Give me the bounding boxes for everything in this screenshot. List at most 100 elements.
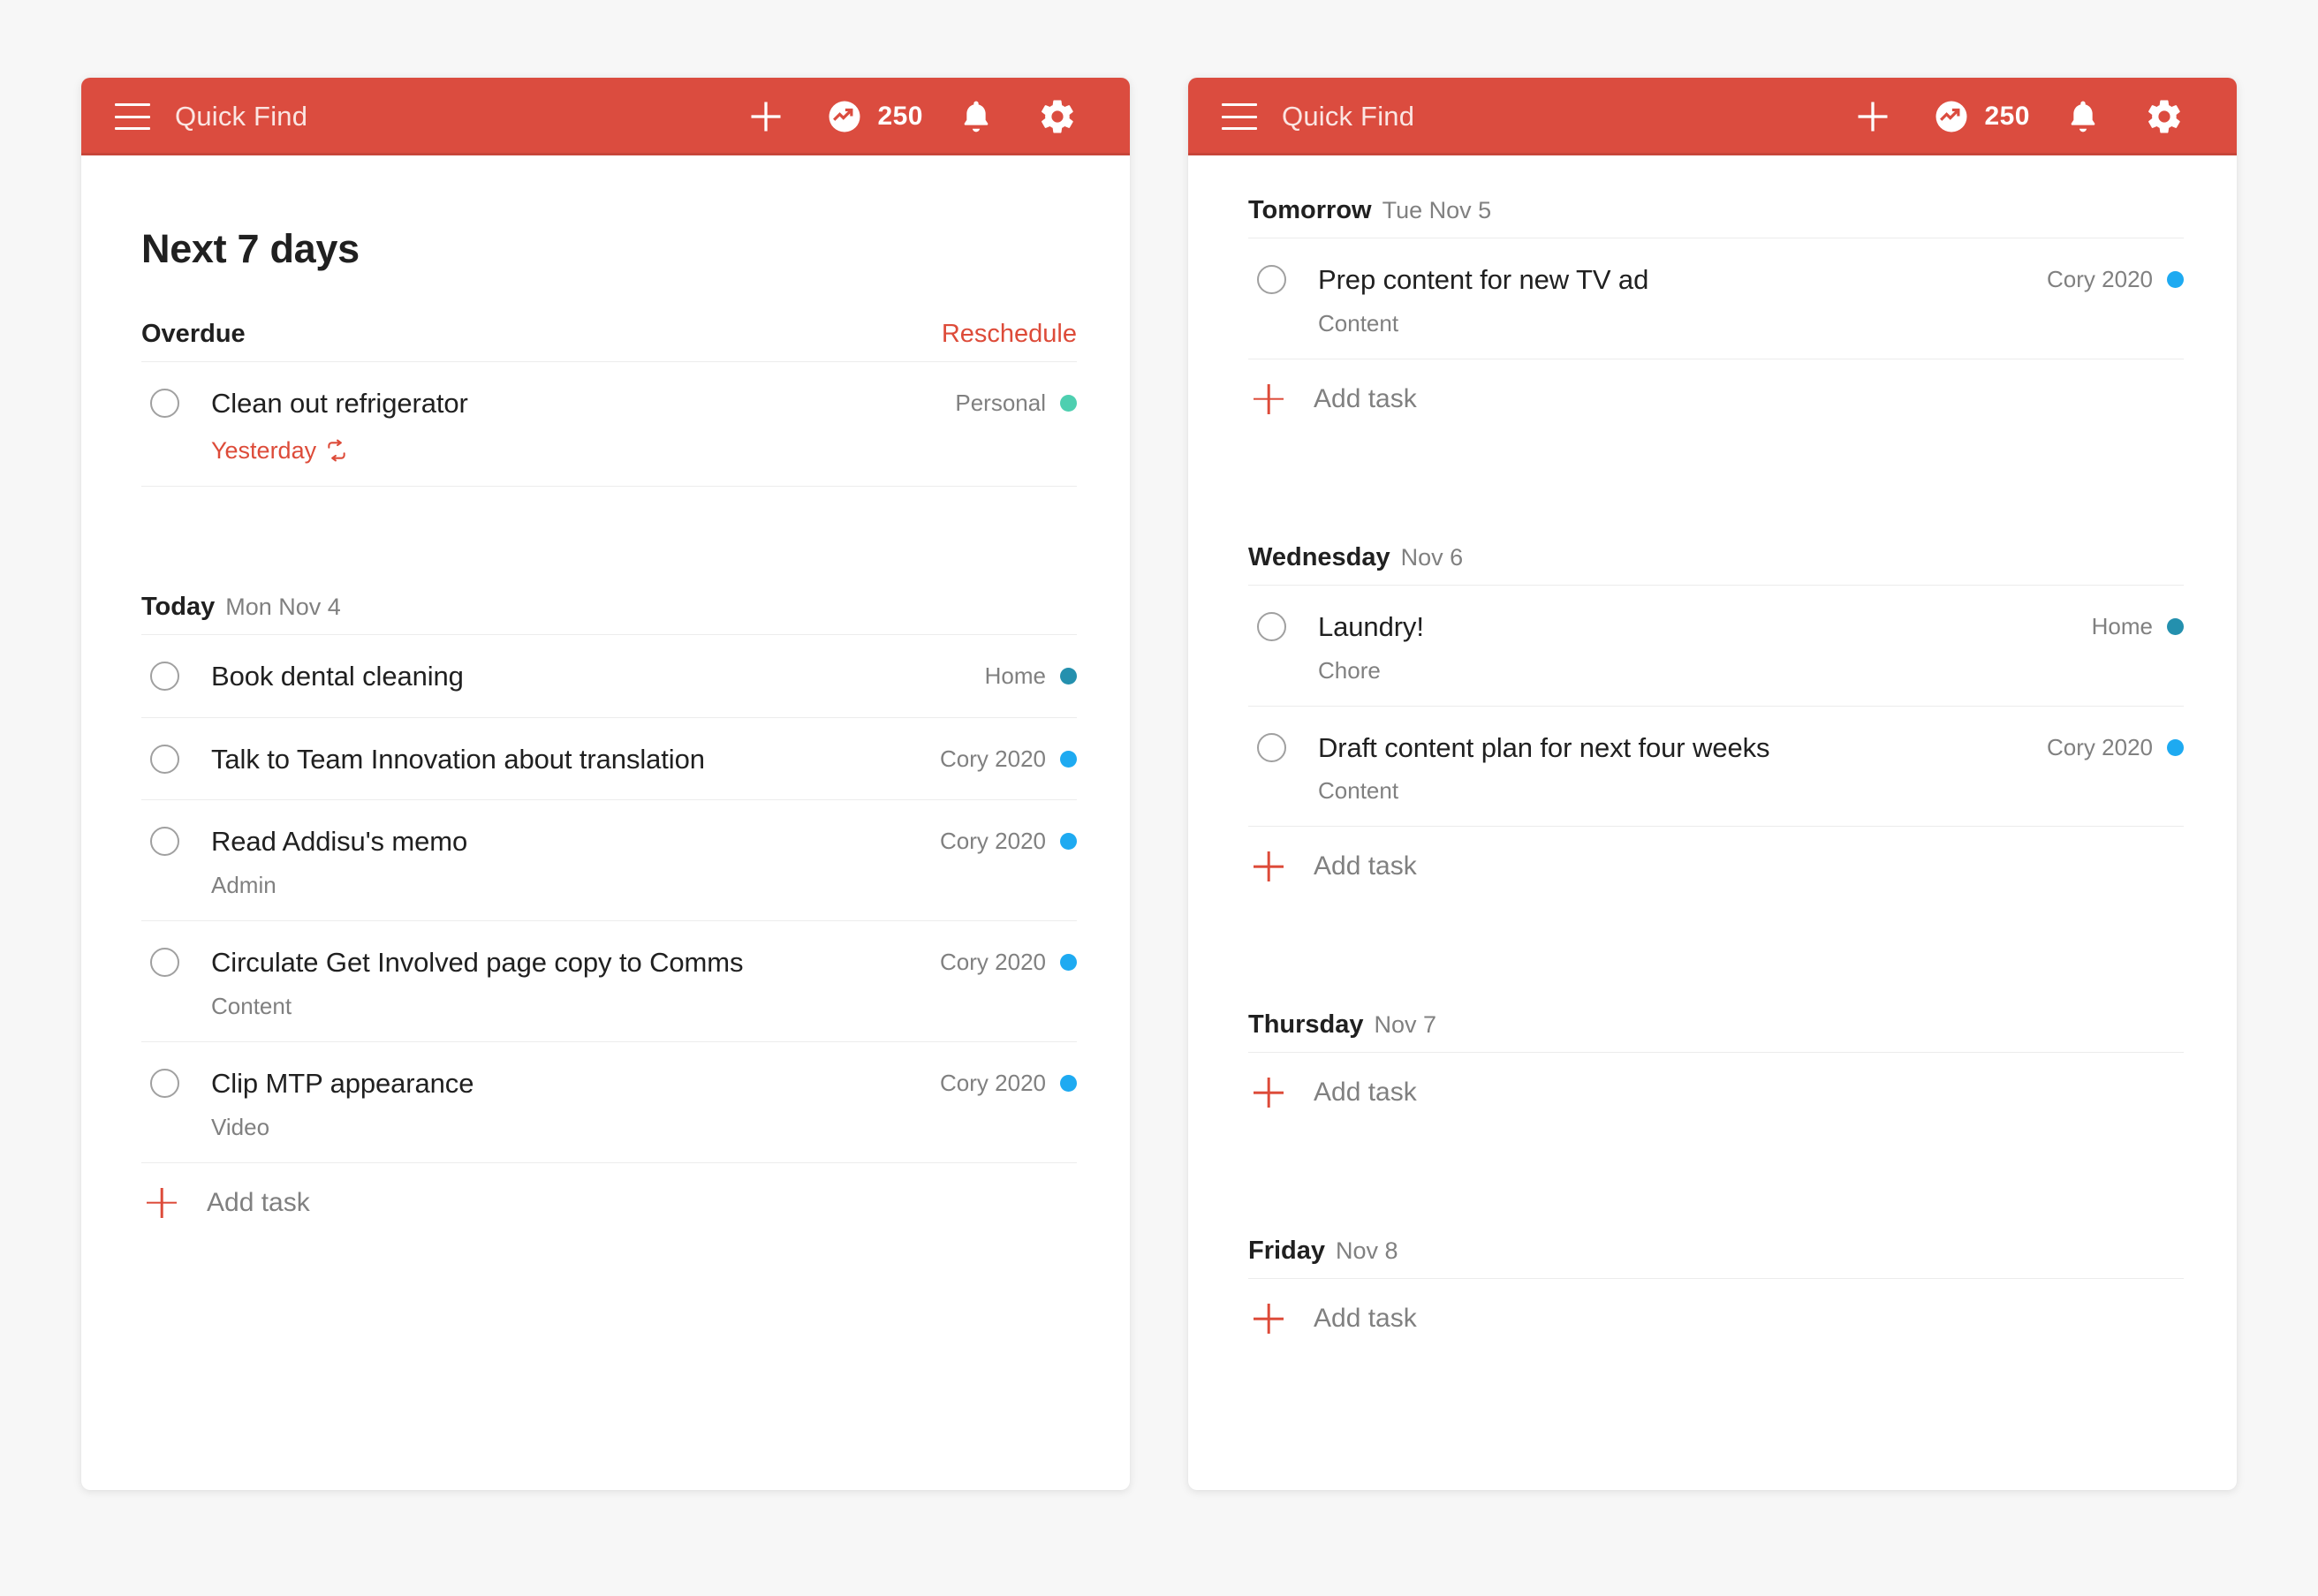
task-project[interactable]: Home: [985, 662, 1077, 690]
add-task-row[interactable]: Add task: [1248, 1279, 2184, 1357]
task-title[interactable]: Draft content plan for next four weeks: [1318, 730, 2029, 768]
hamburger-menu-icon[interactable]: [1222, 103, 1257, 130]
task-title[interactable]: Laundry!: [1318, 609, 2074, 647]
section-title: Overdue: [141, 320, 246, 348]
task-title[interactable]: Clean out refrigerator: [211, 385, 937, 423]
task-project[interactable]: Cory 2020: [2047, 734, 2184, 761]
notifications-button-right[interactable]: [2042, 78, 2124, 155]
task-content: Prep content for new TV ad Content: [1318, 261, 2047, 337]
reschedule-button[interactable]: Reschedule: [942, 320, 1077, 349]
task-checkbox[interactable]: [150, 661, 179, 691]
task-checkbox[interactable]: [150, 948, 179, 978]
bell-icon: [964, 101, 989, 132]
task-content: Clean out refrigerator Yesterday: [211, 385, 955, 465]
task-title[interactable]: Circulate Get Involved page copy to Comm…: [211, 944, 922, 982]
section-header: Thursday Nov 7: [1248, 1010, 2184, 1052]
task-checkbox[interactable]: [150, 827, 179, 857]
add-task-row[interactable]: Add task: [1248, 1053, 2184, 1131]
plus-icon: [1254, 384, 1284, 414]
add-task-label: Add task: [1314, 1078, 1417, 1108]
plus-icon: [1254, 1304, 1284, 1334]
task-row[interactable]: Circulate Get Involved page copy to Comm…: [141, 921, 1077, 1042]
project-name: Cory 2020: [940, 828, 1046, 855]
task-content: Talk to Team Innovation about translatio…: [211, 741, 940, 779]
task-row[interactable]: Laundry! Chore Home: [1248, 586, 2184, 707]
due-date-label: Yesterday: [211, 436, 317, 464]
project-name: Cory 2020: [940, 949, 1046, 976]
task-row[interactable]: Clean out refrigerator Yesterday Personal: [141, 362, 1077, 487]
task-checkbox[interactable]: [150, 389, 179, 418]
task-project[interactable]: Cory 2020: [940, 949, 1077, 976]
task-project[interactable]: Cory 2020: [2047, 266, 2184, 293]
right-body: Tomorrow Tue Nov 5 Prep content for new TV…: [1188, 155, 2237, 1490]
add-task-button-left[interactable]: [725, 78, 807, 155]
section-title: Friday: [1248, 1237, 1326, 1266]
task-title[interactable]: Clip MTP appearance: [211, 1065, 922, 1103]
add-task-label: Add task: [207, 1187, 310, 1217]
add-task-row[interactable]: Add task: [1248, 359, 2184, 437]
notifications-button-left[interactable]: [936, 78, 1017, 155]
section-title-group: Wednesday Nov 6: [1248, 543, 1463, 572]
settings-button-right[interactable]: [2124, 78, 2205, 155]
section-date: Nov 6: [1400, 543, 1464, 571]
section-header: Tomorrow Tue Nov 5: [1248, 196, 2184, 238]
task-checkbox[interactable]: [150, 1068, 179, 1098]
gear-icon: [1042, 100, 1073, 133]
add-task-button-right[interactable]: [1832, 78, 1913, 155]
gear-icon: [2148, 100, 2180, 133]
task-title[interactable]: Read Addisu's memo: [211, 823, 922, 861]
task-checkbox[interactable]: [150, 744, 179, 774]
add-task-row[interactable]: Add task: [141, 1163, 1077, 1241]
section-title-group: Tomorrow Tue Nov 5: [1248, 196, 1491, 225]
task-checkbox[interactable]: [1257, 732, 1286, 762]
karma-count-left: 250: [877, 102, 923, 131]
task-row[interactable]: Read Addisu's memo Admin Cory 2020: [141, 800, 1077, 922]
task-due-date[interactable]: Yesterday: [211, 437, 937, 465]
quick-find-label[interactable]: Quick Find: [175, 101, 307, 132]
project-color-dot: [1060, 750, 1077, 768]
task-project[interactable]: Cory 2020: [940, 828, 1077, 855]
karma-count-right: 250: [1984, 102, 2030, 131]
appbar-actions: 250: [1832, 78, 2205, 155]
quick-find-label[interactable]: Quick Find: [1282, 101, 1414, 132]
plus-icon: [1254, 851, 1284, 881]
appbar-actions: 250: [725, 78, 1098, 155]
task-title[interactable]: Prep content for new TV ad: [1318, 261, 2029, 299]
task-checkbox[interactable]: [1257, 611, 1286, 641]
task-content: Circulate Get Involved page copy to Comm…: [211, 944, 940, 1020]
task-sublabel: Content: [1318, 777, 1399, 805]
task-row[interactable]: Prep content for new TV ad Content Cory 20…: [1248, 238, 2184, 359]
settings-button-left[interactable]: [1017, 78, 1098, 155]
project-name: Home: [984, 662, 1046, 689]
add-task-row[interactable]: Add task: [1248, 827, 2184, 904]
task-sublabel: Content: [211, 992, 292, 1019]
karma-button-left[interactable]: 250: [807, 78, 936, 155]
section-header: Today Mon Nov 4: [141, 593, 1077, 634]
task-project[interactable]: Personal: [955, 390, 1077, 417]
task-title[interactable]: Talk to Team Innovation about translatio…: [211, 741, 922, 779]
task-project[interactable]: Home: [2092, 613, 2184, 640]
task-title[interactable]: Book dental cleaning: [211, 658, 967, 696]
project-color-dot: [2167, 617, 2184, 635]
project-color-dot: [1060, 395, 1077, 412]
project-color-dot: [1060, 954, 1077, 972]
task-row[interactable]: Clip MTP appearance Video Cory 2020: [141, 1042, 1077, 1163]
task-row[interactable]: Draft content plan for next four weeks Co…: [1248, 707, 2184, 828]
section-header: Wednesday Nov 6: [1248, 543, 2184, 585]
right-window: Quick Find 250 Tomorrow Tue Nov 5 Prep c…: [1188, 78, 2237, 1490]
task-checkbox[interactable]: [1257, 265, 1286, 294]
task-content: Clip MTP appearance Video: [211, 1065, 940, 1141]
section-title: Wednesday: [1248, 542, 1390, 571]
task-project[interactable]: Cory 2020: [940, 1070, 1077, 1097]
task-row[interactable]: Book dental cleaning Home: [141, 635, 1077, 718]
section-title: Today: [141, 592, 216, 621]
task-project[interactable]: Cory 2020: [940, 745, 1077, 773]
karma-button-right[interactable]: 250: [1913, 78, 2042, 155]
hamburger-menu-icon[interactable]: [115, 103, 150, 130]
karma-trending-up-icon: [829, 101, 860, 132]
left-body: Next 7 days Overdue Reschedule Clean out r…: [81, 155, 1130, 1490]
task-row[interactable]: Talk to Team Innovation about translatio…: [141, 718, 1077, 801]
